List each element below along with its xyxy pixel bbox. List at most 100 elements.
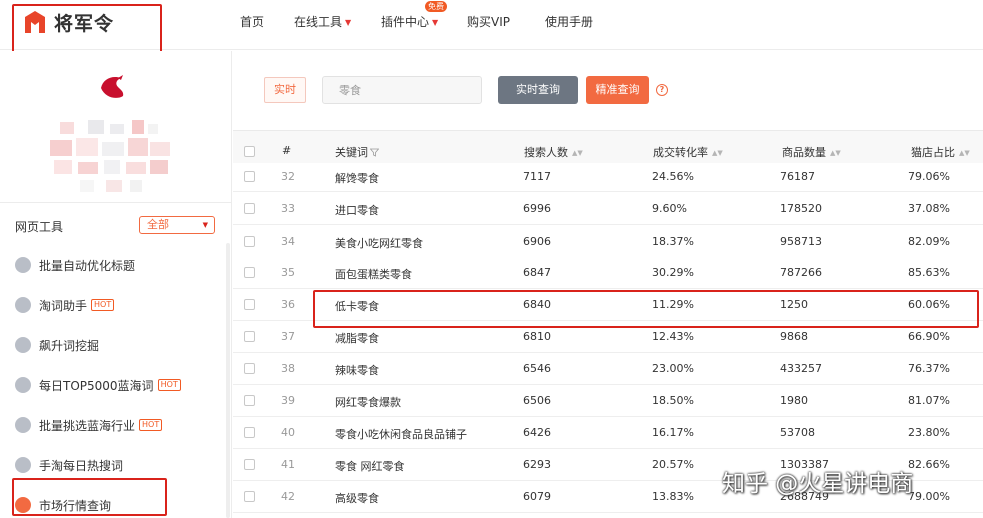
- column-header-conversion[interactable]: 成交转化率 ▲▼: [653, 144, 723, 160]
- row-products: 9868: [780, 330, 808, 343]
- row-searches: 6996: [523, 202, 551, 215]
- caret-down-icon: ▼: [345, 18, 352, 27]
- nav-buy-vip[interactable]: 购买VIP: [467, 13, 510, 30]
- row-products: 787266: [780, 266, 822, 279]
- nav-user-manual[interactable]: 使用手册: [545, 13, 593, 30]
- row-tmall-share: 81.07%: [908, 394, 950, 407]
- table-row[interactable]: 36 低卡零食 6840 11.29% 1250 60.06%: [233, 289, 983, 321]
- column-header-keyword[interactable]: 关键词: [335, 144, 380, 160]
- sidebar-item-top5000[interactable]: 每日TOP5000蓝海词 HOT: [15, 374, 181, 396]
- sidebar-divider: [0, 202, 232, 203]
- row-tmall-share: 66.90%: [908, 330, 950, 343]
- sidebar-item-market-query[interactable]: 市场行情查询: [15, 494, 111, 516]
- row-tmall-share: 82.66%: [908, 458, 950, 471]
- table-row[interactable]: 39 网红零食爆款 6506 18.50% 1980 81.07%: [233, 385, 983, 417]
- row-tmall-share: 37.08%: [908, 202, 950, 215]
- column-header-searches[interactable]: 搜索人数 ▲▼: [524, 144, 583, 160]
- row-conversion: 24.56%: [652, 170, 694, 183]
- table-row[interactable]: 35 面包蛋糕类零食 6847 30.29% 787266 85.63%: [233, 257, 983, 289]
- table-row[interactable]: 33 进口零食 6996 9.60% 178520 37.08%: [233, 193, 983, 225]
- sort-icon[interactable]: ▲▼: [572, 149, 583, 157]
- row-checkbox[interactable]: [244, 363, 255, 374]
- row-checkbox[interactable]: [244, 427, 255, 438]
- row-conversion: 18.37%: [652, 235, 694, 248]
- brand-logo[interactable]: 将军令: [22, 6, 114, 38]
- sidebar-item-label: 批量挑选蓝海行业: [39, 418, 136, 433]
- row-searches: 7117: [523, 170, 551, 183]
- sidebar-section-label: 网页工具: [15, 220, 64, 234]
- row-index: 42: [281, 490, 295, 503]
- sidebar-item-batch-title[interactable]: 批量自动优化标题: [15, 254, 135, 276]
- sidebar-item-label: 飙升词挖掘: [39, 338, 100, 353]
- sidebar-item-label: 批量自动优化标题: [39, 258, 136, 273]
- row-conversion: 23.00%: [652, 362, 694, 375]
- chart-icon: [15, 457, 31, 473]
- table-row[interactable]: 38 辣味零食 6546 23.00% 433257 76.37%: [233, 353, 983, 385]
- sidebar-scrollbar[interactable]: [226, 243, 230, 518]
- row-conversion: 18.50%: [652, 394, 694, 407]
- row-checkbox[interactable]: [244, 267, 255, 278]
- list-icon: [15, 337, 31, 353]
- row-checkbox[interactable]: [244, 395, 255, 406]
- keyword-search-input[interactable]: [322, 76, 482, 104]
- realtime-query-button[interactable]: 实时查询: [498, 76, 578, 104]
- brand-name: 将军令: [54, 12, 115, 35]
- sort-icon[interactable]: ▲▼: [959, 149, 970, 157]
- row-index: 32: [281, 170, 295, 183]
- row-checkbox[interactable]: [244, 299, 255, 310]
- row-keyword: 零食 网红零食: [335, 460, 405, 473]
- column-header-tmall-share[interactable]: 猫店占比 ▲▼: [911, 144, 970, 160]
- row-keyword: 减脂零食: [335, 332, 379, 345]
- grid-icon: [15, 417, 31, 433]
- filter-icon[interactable]: [369, 148, 380, 157]
- row-tmall-share: 82.09%: [908, 235, 950, 248]
- row-checkbox[interactable]: [244, 203, 255, 214]
- sidebar-item-rising-words[interactable]: 飙升词挖掘: [15, 334, 99, 356]
- select-all-checkbox[interactable]: [244, 146, 255, 157]
- nav-plugin-center[interactable]: 插件中心 ▼: [381, 13, 438, 30]
- row-searches: 6810: [523, 330, 551, 343]
- nav-online-tools[interactable]: 在线工具 ▼: [294, 13, 351, 30]
- row-searches: 6906: [523, 235, 551, 248]
- row-conversion: 16.17%: [652, 426, 694, 439]
- row-checkbox[interactable]: [244, 491, 255, 502]
- table-row[interactable]: 32 解馋零食 7117 24.56% 76187 79.06%: [233, 163, 983, 192]
- row-products: 958713: [780, 235, 822, 248]
- sidebar-item-label: 淘词助手: [39, 298, 88, 313]
- precise-query-button[interactable]: 精准查询: [586, 76, 649, 104]
- free-badge: 免费: [425, 1, 447, 12]
- row-products: 1980: [780, 394, 808, 407]
- row-keyword: 面包蛋糕类零食: [335, 268, 412, 281]
- row-searches: 6079: [523, 490, 551, 503]
- row-tmall-share: 23.80%: [908, 426, 950, 439]
- table-row[interactable]: 40 零食小吃休闲食品良品铺子 6426 16.17% 53708 23.80%: [233, 417, 983, 449]
- sidebar-item-word-helper[interactable]: 淘词助手 HOT: [15, 294, 115, 316]
- sort-icon[interactable]: ▲▼: [830, 149, 841, 157]
- realtime-mode-tag[interactable]: 实时: [264, 77, 306, 103]
- row-products: 53708: [780, 426, 815, 439]
- row-keyword: 高级零食: [335, 492, 379, 505]
- row-tmall-share: 79.06%: [908, 170, 950, 183]
- row-index: 39: [281, 394, 295, 407]
- sort-icon[interactable]: ▲▼: [712, 149, 723, 157]
- row-conversion: 30.29%: [652, 266, 694, 279]
- hot-badge: HOT: [91, 299, 115, 311]
- help-icon[interactable]: ?: [656, 84, 668, 96]
- row-checkbox[interactable]: [244, 331, 255, 342]
- table-row[interactable]: 37 减脂零食 6810 12.43% 9868 66.90%: [233, 321, 983, 353]
- row-index: 38: [281, 362, 295, 375]
- sidebar-item-blue-ocean[interactable]: 批量挑选蓝海行业 HOT: [15, 414, 163, 436]
- nav-home[interactable]: 首页: [240, 13, 264, 30]
- row-checkbox[interactable]: [244, 236, 255, 247]
- row-keyword: 美食小吃网红零食: [335, 237, 423, 250]
- tool-filter-select[interactable]: 全部 ▼: [139, 216, 215, 234]
- sidebar-item-hot-search[interactable]: 手淘每日热搜词: [15, 454, 123, 476]
- row-index: 41: [281, 458, 295, 471]
- row-checkbox[interactable]: [244, 171, 255, 182]
- row-index: 35: [281, 266, 295, 279]
- watermark: 知乎 @火星讲电商: [722, 471, 914, 497]
- row-searches: 6293: [523, 458, 551, 471]
- column-header-products[interactable]: 商品数量 ▲▼: [782, 144, 841, 160]
- table-row[interactable]: 34 美食小吃网红零食 6906 18.37% 958713 82.09%: [233, 226, 983, 258]
- row-checkbox[interactable]: [244, 459, 255, 470]
